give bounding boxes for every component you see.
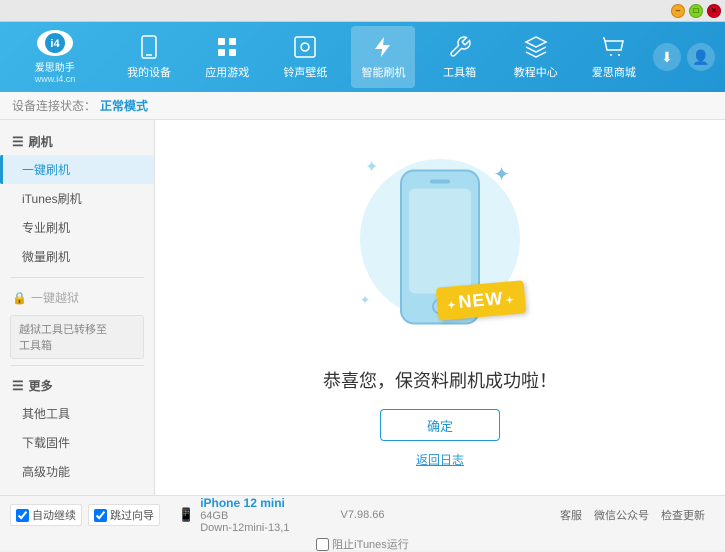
sidebar-divider-1 bbox=[10, 277, 144, 278]
more-section-icon: ☰ bbox=[12, 378, 24, 394]
auto-continue-checkbox[interactable] bbox=[16, 509, 29, 522]
content-area: ✦ ✦ ✦ NEW 恭喜您，保资料刷机成功啦！ 确定 返回日志 bbox=[155, 120, 725, 495]
sidebar-item-advanced[interactable]: 高级功能 bbox=[0, 457, 154, 486]
sidebar-section-flash: ☰ 刷机 bbox=[0, 128, 154, 155]
logo-text: 爱思助手 www.i4.cn bbox=[35, 59, 76, 84]
device-info: 📱 bbox=[178, 507, 194, 523]
sparkle-icon-3: ✦ bbox=[360, 293, 370, 307]
lock-icon: 🔒 bbox=[12, 291, 27, 305]
update-link[interactable]: 检查更新 bbox=[661, 507, 705, 523]
nav-ringtones[interactable]: 铃声壁纸 bbox=[273, 26, 337, 88]
nav-my-device[interactable]: 我的设备 bbox=[117, 26, 181, 88]
device-icon bbox=[136, 34, 162, 60]
sidebar-item-download[interactable]: 下载固件 bbox=[0, 428, 154, 457]
sidebar: ☰ 刷机 一键刷机 iTunes刷机 专业刷机 微量刷机 🔒 一键越狱 越狱工具… bbox=[0, 120, 155, 495]
skip-wizard-checkbox[interactable] bbox=[94, 509, 107, 522]
version-text: V7.98.66 bbox=[340, 509, 384, 521]
nav-tutorials[interactable]: 教程中心 bbox=[504, 26, 568, 88]
nav-store[interactable]: 爱思商城 bbox=[582, 26, 646, 88]
logo-icon: i4 bbox=[37, 30, 73, 56]
confirm-button[interactable]: 确定 bbox=[380, 409, 500, 441]
phone-illustration: ✦ ✦ ✦ NEW bbox=[350, 147, 530, 347]
download-button[interactable]: ⬇ bbox=[653, 43, 681, 71]
nav-toolbox[interactable]: 工具箱 bbox=[430, 26, 490, 88]
phone-small-icon: 📱 bbox=[178, 507, 194, 523]
phone-screen bbox=[409, 189, 471, 294]
sidebar-info-box: 越狱工具已转移至 工具箱 bbox=[10, 315, 144, 359]
sparkle-icon-1: ✦ bbox=[365, 157, 378, 177]
tools-icon bbox=[447, 34, 473, 60]
minimize-button[interactable]: – bbox=[671, 4, 685, 18]
new-badge: NEW bbox=[436, 280, 526, 321]
ringtones-icon bbox=[292, 34, 318, 60]
sidebar-item-micro[interactable]: 微量刷机 bbox=[0, 242, 154, 271]
svg-text:i4: i4 bbox=[50, 38, 60, 50]
device-os: Down-12mini-13,1 bbox=[200, 522, 289, 534]
tutorials-icon bbox=[523, 34, 549, 60]
main-layout: ☰ 刷机 一键刷机 iTunes刷机 专业刷机 微量刷机 🔒 一键越狱 越狱工具… bbox=[0, 120, 725, 495]
apps-icon bbox=[214, 34, 240, 60]
success-text: 恭喜您，保资料刷机成功啦！ bbox=[323, 367, 557, 393]
phone-speaker bbox=[430, 180, 450, 184]
header-right: ⬇ 👤 bbox=[653, 43, 725, 71]
sidebar-item-onekey[interactable]: 一键刷机 bbox=[0, 155, 154, 184]
nav-smart-flash[interactable]: 智能刷机 bbox=[351, 26, 415, 88]
service-link[interactable]: 客服 bbox=[560, 507, 582, 523]
flash-icon bbox=[370, 34, 396, 60]
flash-section-icon: ☰ bbox=[12, 134, 24, 150]
sidebar-item-other-tools[interactable]: 其他工具 bbox=[0, 399, 154, 428]
bottom-left: 自动继续 跳过向导 📱 iPhone 12 mini 64GB Down-12m… bbox=[10, 496, 289, 534]
device-name: iPhone 12 mini bbox=[200, 496, 289, 510]
wechat-link[interactable]: 微信公众号 bbox=[594, 507, 649, 523]
status-value: 正常模式 bbox=[100, 97, 148, 114]
sidebar-divider-2 bbox=[10, 365, 144, 366]
nav-apps-games[interactable]: 应用游戏 bbox=[195, 26, 259, 88]
title-bar: – □ ✕ bbox=[0, 0, 725, 22]
bottom-center: V7.98.66 bbox=[340, 509, 384, 521]
device-details: iPhone 12 mini 64GB Down-12mini-13,1 bbox=[200, 496, 289, 534]
stop-itunes[interactable]: 阻止iTunes运行 bbox=[316, 536, 409, 552]
user-button[interactable]: 👤 bbox=[687, 43, 715, 71]
sidebar-locked-jailbreak: 🔒 一键越狱 bbox=[0, 284, 154, 311]
sidebar-section-more: ☰ 更多 bbox=[0, 372, 154, 399]
sidebar-item-itunes[interactable]: iTunes刷机 bbox=[0, 184, 154, 213]
status-bar: 设备连接状态： 正常模式 bbox=[0, 92, 725, 120]
maximize-button[interactable]: □ bbox=[689, 4, 703, 18]
nav-items: 我的设备 应用游戏 铃声壁纸 智能刷机 工具箱 bbox=[110, 22, 653, 92]
header: i4 爱思助手 www.i4.cn 我的设备 应用游戏 铃声壁纸 bbox=[0, 22, 725, 92]
stop-itunes-checkbox[interactable] bbox=[316, 538, 329, 551]
bottom-right: 客服 微信公众号 检查更新 bbox=[560, 507, 705, 523]
device-storage: 64GB bbox=[200, 510, 289, 522]
status-label: 设备连接状态： bbox=[12, 97, 96, 114]
close-button[interactable]: ✕ bbox=[707, 4, 721, 18]
back-link[interactable]: 返回日志 bbox=[416, 451, 464, 468]
store-icon bbox=[601, 34, 627, 60]
sidebar-item-pro[interactable]: 专业刷机 bbox=[0, 213, 154, 242]
logo-area: i4 爱思助手 www.i4.cn bbox=[0, 22, 110, 92]
